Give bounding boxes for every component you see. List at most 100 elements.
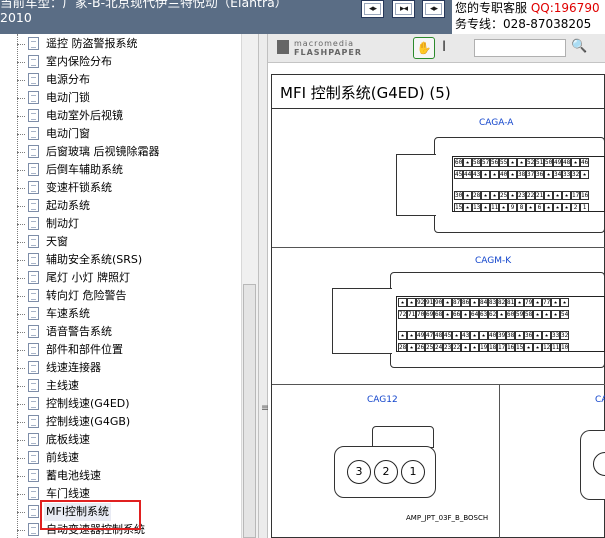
sidebar-item-label: 室内保险分布 (46, 55, 112, 68)
document-icon (28, 181, 39, 194)
connector-hood-cag12 (372, 426, 434, 448)
pin-cell: ★ (551, 298, 560, 307)
sidebar-item[interactable]: 尾灯 小灯 牌照灯 (17, 269, 247, 287)
sidebar-item[interactable]: 变速杆锁系统 (17, 179, 247, 197)
pin-cell: 69 (425, 310, 434, 319)
document-icon (28, 37, 39, 50)
tree-connector (17, 260, 25, 261)
pin-cell: 51 (535, 158, 544, 167)
sidebar-item-label: 后窗玻璃 后视镜除霜器 (46, 145, 160, 158)
pin-row: 72 71 70 69 68 ★ 66 ★ 64 63 62 ★ 60 59 58 ★ ★ ★ 54 (398, 310, 603, 319)
sidebar-item[interactable]: 后窗玻璃 后视镜除霜器 (17, 143, 247, 161)
pin-cell: ★ (407, 331, 416, 340)
text-select-icon[interactable]: I (442, 38, 446, 56)
pin-cell: 25 (499, 191, 508, 200)
connector-label-cagm-k: CAGM-K (475, 256, 512, 266)
pin-row: ★ ★ 49 47 48 45 ★ 43 ★ ★ 40 39 38 ★ 36 ★ ★ 33 32 (398, 331, 603, 340)
pin-cell: 71 (407, 310, 416, 319)
pin-cell: 47 (425, 331, 434, 340)
pin-cell: ★ (479, 331, 488, 340)
pin-cell: ★ (553, 191, 562, 200)
sidebar-item[interactable]: 主线速 (17, 377, 247, 395)
sidebar-item[interactable]: 电动室外后视镜 (17, 107, 247, 125)
document-icon (28, 73, 39, 86)
tree-connector (17, 98, 25, 99)
first-last-button[interactable]: ▸◂ (392, 0, 415, 18)
sidebar-item[interactable]: 起动系统 (17, 197, 247, 215)
pin-cell: 60 (454, 158, 463, 167)
sidebar-item[interactable]: 底板线速 (17, 431, 247, 449)
sidebar-item[interactable]: 遥控 防盗警报系统 (17, 35, 247, 53)
document-icon (28, 253, 39, 266)
sidebar-item[interactable]: 制动灯 (17, 215, 247, 233)
sidebar-item[interactable]: 电动门锁 (17, 89, 247, 107)
hand-tool-icon[interactable]: ✋ (413, 37, 435, 59)
pin-row: 60 ★ 58 57 56 55 ★ ★ 52 51 50 49 48 ★ 46 (454, 158, 603, 167)
pin-cell: 22 (526, 191, 535, 200)
pin-cell: 15 (454, 203, 463, 211)
next-page-button[interactable]: ◂▸ (422, 0, 445, 18)
search-icon[interactable]: 🔍 (571, 37, 587, 57)
document-icon (28, 397, 39, 410)
sidebar-item-label: 电源分布 (46, 73, 90, 86)
pin-cell: 81 (506, 298, 515, 307)
pin-cell: ★ (533, 298, 542, 307)
sidebar-item[interactable]: 控制线速(G4GB) (17, 413, 247, 431)
sidebar-item[interactable]: 转向灯 危险警告 (17, 287, 247, 305)
next-arrow-icon: ◂▸ (429, 4, 438, 14)
pin-cell: 91 (425, 298, 434, 307)
pin-cell: 25 (425, 343, 434, 351)
pin-cell: 12 (542, 343, 551, 351)
sidebar-item-label: 起动系统 (46, 199, 90, 212)
sidebar-item[interactable]: 电动门窗 (17, 125, 247, 143)
sidebar-item[interactable]: 天窗 (17, 233, 247, 251)
pin-cell: ★ (533, 331, 542, 340)
document-icon (28, 451, 39, 464)
pin-cell: 86 (461, 298, 470, 307)
sidebar-item[interactable]: 部件和部件位置 (17, 341, 247, 359)
plug-pin-1: 1 (401, 460, 425, 484)
section-divider (272, 247, 605, 248)
sidebar-scrollbar-thumb[interactable] (243, 284, 256, 538)
sidebar-item[interactable]: 后倒车辅助系统 (17, 161, 247, 179)
service-qq-link[interactable]: QQ:196790 (531, 1, 600, 15)
plug-pin-3: 3 (347, 460, 371, 484)
header-bar: 当前车型：厂家-B-北京现代伊兰特悦动（Elantra） 2010 ◂▸ ▸◂ … (0, 0, 605, 34)
pin-cell: 24 (434, 343, 443, 351)
pin-cell: 87 (452, 298, 461, 307)
double-arrow-icon: ▸◂ (399, 4, 408, 14)
pin-cell: 23 (517, 191, 526, 200)
sidebar-item[interactable]: 室内保险分布 (17, 53, 247, 71)
pin-cell: 28 (472, 191, 481, 200)
sidebar-item[interactable]: 语音警告系统 (17, 323, 247, 341)
tree-connector (17, 368, 25, 369)
prev-page-button[interactable]: ◂▸ (361, 0, 384, 18)
pin-cell: 83 (488, 298, 497, 307)
tree-connector (17, 440, 25, 441)
pin-cell: 17 (571, 191, 580, 200)
customer-service-box: 您的专职客服 QQ:196790 务专线：028-87038205 (452, 0, 605, 34)
sidebar-item-label: 电动门窗 (46, 127, 90, 140)
sidebar-item[interactable]: 车速系统 (17, 305, 247, 323)
pin-cell: ★ (463, 191, 472, 200)
sidebar-item[interactable]: 辅助安全系统(SRS) (17, 251, 247, 269)
sidebar-item[interactable]: 电源分布 (17, 71, 247, 89)
document-icon (28, 469, 39, 482)
pin-cell: ★ (452, 331, 461, 340)
pin-cell: 40 (488, 331, 497, 340)
sidebar-item[interactable]: 前线速 (17, 449, 247, 467)
sidebar-item-label: 控制线速(G4GB) (46, 415, 131, 428)
sidebar-item[interactable]: 线速连接器 (17, 359, 247, 377)
pin-cell: 68 (434, 310, 443, 319)
document-icon (28, 415, 39, 428)
pin-cell: ★ (508, 170, 517, 179)
pin-cell: 17 (497, 343, 506, 351)
sidebar-item[interactable]: 控制线速(G4ED) (17, 395, 247, 413)
pin-cell: ★ (463, 203, 472, 211)
pin-cell: 1 (580, 203, 589, 211)
pane-splitter[interactable]: ≡ (258, 34, 269, 538)
search-input[interactable] (474, 39, 566, 57)
sidebar-item[interactable]: 蓄电池线速 (17, 467, 247, 485)
pin-cell: 13 (472, 203, 481, 211)
document-icon (28, 487, 39, 500)
